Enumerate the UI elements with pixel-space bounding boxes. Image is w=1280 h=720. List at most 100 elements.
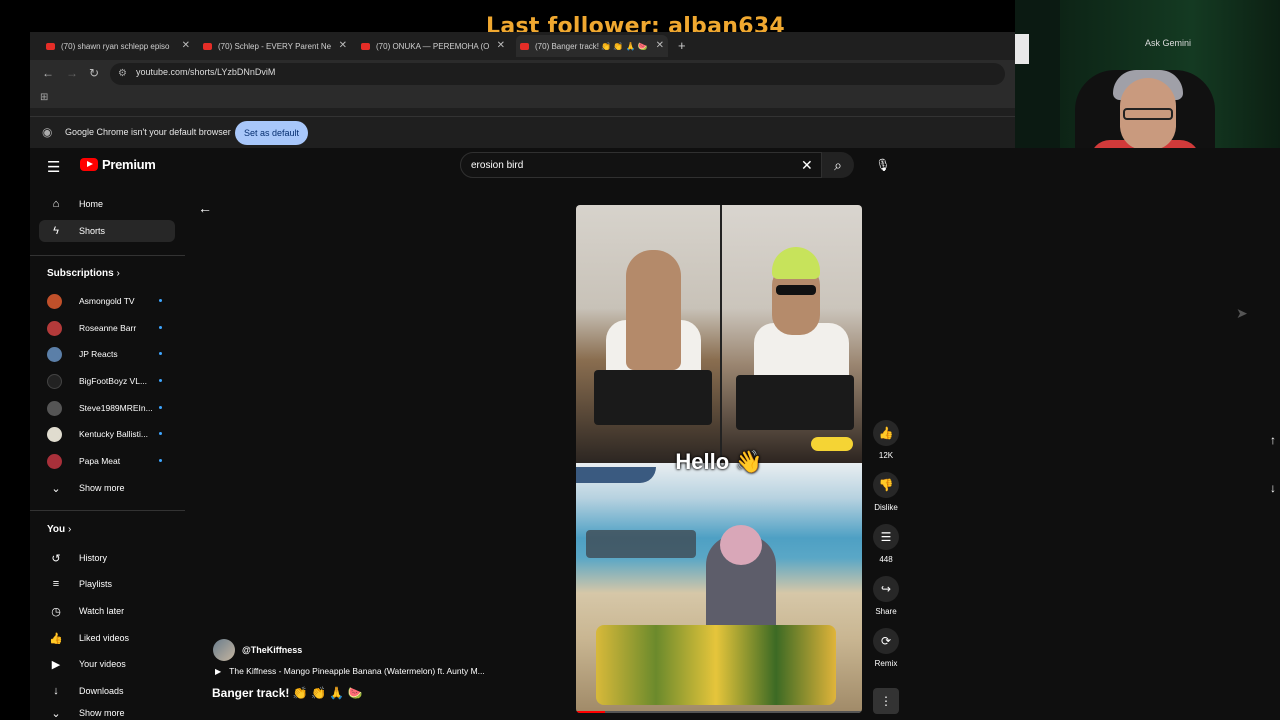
tab-4-active[interactable]: (70) Banger track! 👏 👏 🙏 🍉 ✕ — [516, 35, 668, 57]
shorts-player[interactable]: Hello 👋 — [576, 205, 862, 713]
video-caption: Hello 👋 — [675, 449, 763, 474]
subscription-item[interactable]: JP Reacts — [47, 343, 165, 365]
avatar — [47, 320, 62, 336]
address-bar-row: ← → ↻ ⚙ youtube.com/shorts/LYzbDNnDviM — [30, 60, 1015, 88]
channel-handle[interactable]: @TheKiffness — [242, 645, 302, 655]
sidebar-item-label: Playlists — [79, 579, 113, 589]
sidebar-item-label: Shorts — [79, 226, 106, 236]
sidebar-item-home[interactable]: ⌂ Home — [39, 193, 175, 215]
sidebar-item-watch-later[interactable]: ◷ Watch later — [39, 600, 175, 622]
tab-label: (70) Schlep - EVERY Parent Ne — [218, 41, 332, 51]
site-info-icon[interactable]: ⚙ — [118, 68, 127, 79]
like-button[interactable]: 👍 12K — [872, 420, 900, 460]
set-as-default-button[interactable]: Set as default — [235, 121, 309, 145]
sidebar-item-shorts[interactable]: ϟ Shorts — [39, 220, 175, 242]
show-more-you[interactable]: ⌄ Show more — [39, 706, 175, 720]
sidebar-item-playlists[interactable]: ≡ Playlists — [39, 573, 175, 595]
channel-info[interactable]: @TheKiffness — [213, 639, 302, 661]
subscription-name: Roseanne Barr — [79, 323, 137, 333]
subscription-item[interactable]: Steve1989MREIn... — [47, 397, 165, 419]
show-more-subscriptions[interactable]: ⌄ Show more — [39, 477, 175, 499]
back-icon[interactable]: ← — [42, 66, 54, 80]
you-heading[interactable]: You › — [47, 524, 71, 535]
subscriptions-heading[interactable]: Subscriptions › — [47, 268, 120, 279]
video-keyboard-left — [594, 370, 712, 425]
next-short-icon[interactable]: ↓ — [1270, 481, 1276, 495]
video-icon: ▶ — [51, 658, 61, 671]
history-icon: ↺ — [51, 552, 61, 565]
subscription-item[interactable]: Kentucky Ballisti... — [47, 423, 165, 445]
play-icon: ▶ — [215, 666, 222, 676]
clear-search-icon[interactable]: ✕ — [801, 157, 813, 174]
music-title: The Kiffness - Mango Pineapple Banana (W… — [229, 666, 485, 676]
music-link[interactable]: ▶ The Kiffness - Mango Pineapple Banana … — [215, 666, 485, 676]
omnibox[interactable]: ⚙ youtube.com/shorts/LYzbDNnDviM — [110, 63, 1005, 85]
sidebar-item-history[interactable]: ↺ History — [39, 547, 175, 569]
sidebar-item-your-videos[interactable]: ▶ Your videos — [39, 653, 175, 675]
new-content-dot — [159, 326, 162, 329]
channel-avatar[interactable] — [213, 639, 235, 661]
sound-button[interactable]: ⋮ — [872, 688, 900, 714]
forward-icon[interactable]: → — [66, 66, 78, 80]
video-keyboard-right — [736, 375, 854, 430]
show-more-label: Show more — [79, 483, 125, 493]
new-content-dot — [159, 352, 162, 355]
sidebar-item-label: Liked videos — [79, 633, 130, 643]
close-tab-icon[interactable]: ✕ — [656, 40, 664, 51]
show-more-label: Show more — [79, 708, 125, 718]
subscription-item[interactable]: Asmongold TV — [47, 290, 165, 312]
ask-gemini-button[interactable]: Ask Gemini — [1145, 38, 1191, 48]
comments-button[interactable]: ☰ 448 — [872, 524, 900, 564]
previous-short-icon[interactable]: ↑ — [1270, 433, 1276, 447]
avatar — [47, 400, 62, 416]
short-title: Banger track! 👏 👏 🙏 🍉 — [212, 686, 363, 700]
browser-window: (70) shawn ryan schlepp episo ✕ (70) Schl… — [30, 32, 1015, 148]
dislike-button[interactable]: 👎 Dislike — [872, 472, 900, 512]
sidebar-item-liked-videos[interactable]: 👍 Liked videos — [39, 627, 175, 649]
close-tab-icon[interactable]: ✕ — [182, 40, 190, 51]
webcam-glasses — [1123, 108, 1173, 120]
progress-bar[interactable] — [576, 711, 862, 713]
tab-2[interactable]: (70) Schlep - EVERY Parent Ne ✕ — [199, 35, 351, 57]
youtube-favicon-icon — [203, 42, 212, 50]
back-arrow-icon[interactable]: ← — [198, 200, 212, 216]
youtube-logo[interactable]: Premium — [80, 157, 156, 172]
chevron-right-icon: › — [67, 524, 72, 535]
remix-button[interactable]: ⟳ Remix — [872, 628, 900, 668]
remix-label: Remix — [874, 659, 898, 668]
chevron-down-icon: ⌄ — [51, 482, 61, 495]
home-icon: ⌂ — [52, 198, 60, 210]
sidebar-item-downloads[interactable]: ↓ Downloads — [39, 680, 175, 702]
playlists-icon: ≡ — [52, 578, 60, 590]
tab-label: (70) ONUKA — PEREMOHA (O — [376, 41, 490, 51]
chevron-right-icon: › — [116, 268, 120, 279]
reload-icon[interactable]: ↻ — [89, 66, 99, 80]
video-sunglasses — [776, 285, 816, 295]
progress-fill — [576, 711, 605, 713]
close-tab-icon[interactable]: ✕ — [339, 40, 347, 51]
voice-search-icon[interactable]: 🎙 — [872, 154, 894, 176]
comment-icon: ☰ — [873, 524, 899, 550]
like-count: 12K — [878, 451, 894, 460]
youtube-favicon-icon — [46, 42, 55, 50]
tab-1[interactable]: (70) shawn ryan schlepp episo ✕ — [42, 35, 194, 57]
divider — [30, 255, 185, 256]
close-tab-icon[interactable]: ✕ — [497, 40, 505, 51]
share-button[interactable]: ↪ Share — [872, 576, 900, 616]
search-input[interactable]: erosion bird ✕ — [460, 152, 822, 178]
search-button[interactable]: ⌕ — [822, 152, 854, 178]
share-label: Share — [875, 607, 897, 616]
new-tab-button[interactable]: + — [678, 38, 686, 53]
webcam-edge — [1015, 34, 1029, 64]
apps-grid-icon[interactable]: ⊞ — [40, 92, 48, 103]
subscription-item[interactable]: Roseanne Barr — [47, 317, 165, 339]
hamburger-menu-icon[interactable]: ☰ — [47, 158, 60, 176]
subscription-item[interactable]: Papa Meat — [47, 450, 165, 472]
infobar-text: Google Chrome isn't your default browser — [65, 127, 231, 137]
mouse-cursor-icon: ➤ — [1236, 305, 1248, 321]
youtube-page: ☰ Premium erosion bird ✕ ⌕ 🎙 ⌂ Home ϟ Shor… — [30, 148, 1280, 720]
tab-3[interactable]: (70) ONUKA — PEREMOHA (O ✕ — [357, 35, 509, 57]
shorts-icon: ϟ — [53, 225, 59, 237]
logo-text: Premium — [102, 157, 156, 172]
subscription-item[interactable]: BigFootBoyz VL... — [47, 370, 165, 392]
